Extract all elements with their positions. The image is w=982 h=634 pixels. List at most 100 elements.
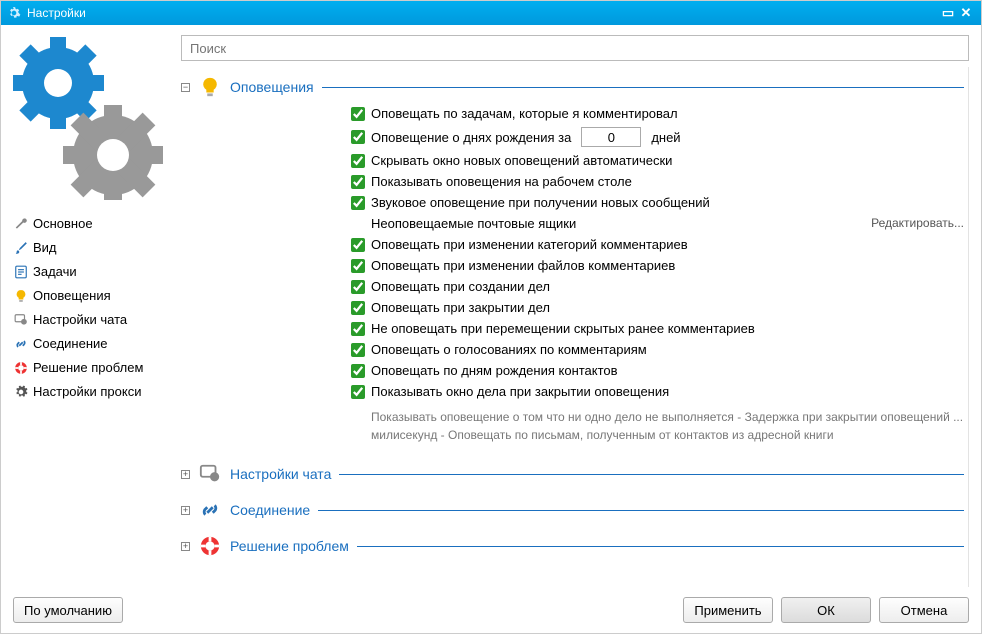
nav-item-tasks[interactable]: Задачи [13,260,181,284]
section-head-notifications: − Оповещения [181,67,964,103]
apply-button[interactable]: Применить [683,597,773,623]
nav-item-troubleshoot[interactable]: Решение проблем [13,356,181,380]
option-label: Звуковое оповещение при получении новых … [371,195,710,210]
option-label: Оповещать по дням рождения контактов [371,363,618,378]
expand-toggle[interactable]: + [181,506,190,515]
nav-label: Настройки прокси [33,382,141,402]
option-row: Оповещать при изменении категорий коммен… [351,234,964,255]
nav-item-notifications[interactable]: Оповещения [13,284,181,308]
nav-list: Основное Вид Задачи Оповещения Настройки… [13,212,181,404]
option-label-post: дней [651,130,680,145]
nav-label: Вид [33,238,57,258]
nav-label: Настройки чата [33,310,127,330]
option-row-birthday: Оповещение о днях рождения за дней [351,124,964,150]
notifications-footnote: Показывать оповещение о том что ни одно … [351,402,964,454]
title-bar: Настройки ▭ ✕ [1,1,981,25]
ok-button[interactable]: ОК [781,597,871,623]
option-checkbox[interactable] [351,385,365,399]
option-label: Оповещать при изменении категорий коммен… [371,237,688,252]
settings-scroll[interactable]: − Оповещения Оповещать по задачам, котор… [181,67,969,587]
nav-label: Задачи [33,262,77,282]
nav-label: Решение проблем [33,358,143,378]
section-title: Соединение [230,502,310,518]
gear-icon [13,384,29,400]
tasks-icon [13,264,29,280]
collapse-toggle[interactable]: − [181,83,190,92]
link-icon [198,498,222,522]
nav-item-proxy[interactable]: Настройки прокси [13,380,181,404]
option-checkbox[interactable] [351,154,365,168]
option-checkbox[interactable] [351,130,365,144]
option-label: Оповещать при создании дел [371,279,550,294]
option-checkbox[interactable] [351,259,365,273]
option-row: Звуковое оповещение при получении новых … [351,192,964,213]
lifebuoy-icon [198,534,222,558]
nav-label: Соединение [33,334,108,354]
app-gear-icon [7,6,21,20]
unmonitored-label: Неоповещаемые почтовые ящики [371,216,871,231]
option-label: Не оповещать при перемещении скрытых ран… [371,321,755,336]
option-checkbox[interactable] [351,175,365,189]
chat-icon [198,462,222,486]
lifebuoy-icon [13,360,29,376]
wrench-icon [13,216,29,232]
option-label: Скрывать окно новых оповещений автоматич… [371,153,672,168]
section-head-connection: + Соединение [181,490,964,526]
option-row: Оповещать при изменении файлов комментар… [351,255,964,276]
defaults-button[interactable]: По умолчанию [13,597,123,623]
section-title: Решение проблем [230,538,349,554]
cancel-button[interactable]: Отмена [879,597,969,623]
option-row: Оповещать по задачам, которые я комменти… [351,103,964,124]
nav-item-main[interactable]: Основное [13,212,181,236]
window-title: Настройки [27,6,86,20]
expand-toggle[interactable]: + [181,470,190,479]
footer: По умолчанию Применить ОК Отмена [1,587,981,633]
option-row: Оповещать при закрытии дел [351,297,964,318]
unmonitored-row: Неоповещаемые почтовые ящики Редактирова… [351,213,964,234]
brush-icon [13,240,29,256]
option-checkbox[interactable] [351,238,365,252]
expand-toggle[interactable]: + [181,542,190,551]
option-label: Оповещать при закрытии дел [371,300,550,315]
option-row: Оповещать по дням рождения контактов [351,360,964,381]
option-row: Скрывать окно новых оповещений автоматич… [351,150,964,171]
option-row: Оповещать при создании дел [351,276,964,297]
nav-item-chat[interactable]: Настройки чата [13,308,181,332]
option-checkbox[interactable] [351,107,365,121]
nav-item-view[interactable]: Вид [13,236,181,260]
bulb-icon [13,288,29,304]
edit-link[interactable]: Редактировать... [871,216,964,231]
option-label: Показывать оповещения на рабочем столе [371,174,632,189]
days-input[interactable] [581,127,641,147]
link-icon [13,336,29,352]
sidebar: Основное Вид Задачи Оповещения Настройки… [13,35,181,587]
option-checkbox[interactable] [351,322,365,336]
chat-icon [13,312,29,328]
option-label: Показывать окно дела при закрытии оповещ… [371,384,669,399]
option-label: Оповещать по задачам, которые я комменти… [371,106,678,121]
option-checkbox[interactable] [351,196,365,210]
option-checkbox[interactable] [351,364,365,378]
option-checkbox[interactable] [351,301,365,315]
gears-illustration [13,35,173,200]
bulb-icon [198,75,222,99]
option-checkbox[interactable] [351,280,365,294]
maximize-button[interactable]: ▭ [939,5,957,21]
option-checkbox[interactable] [351,343,365,357]
search-input[interactable] [181,35,969,61]
section-head-chat: + Настройки чата [181,454,964,490]
option-row: Оповещать о голосованиях по комментариям [351,339,964,360]
option-label-pre: Оповещение о днях рождения за [371,130,571,145]
option-row: Показывать оповещения на рабочем столе [351,171,964,192]
option-row: Показывать окно дела при закрытии оповещ… [351,381,964,402]
option-row: Не оповещать при перемещении скрытых ран… [351,318,964,339]
nav-label: Основное [33,214,93,234]
nav-label: Оповещения [33,286,111,306]
section-head-troubleshoot: + Решение проблем [181,526,964,562]
notifications-options: Оповещать по задачам, которые я комменти… [351,103,964,454]
nav-item-connection[interactable]: Соединение [13,332,181,356]
section-title: Настройки чата [230,466,331,482]
section-title: Оповещения [230,79,314,95]
close-button[interactable]: ✕ [957,5,975,21]
option-label: Оповещать при изменении файлов комментар… [371,258,675,273]
